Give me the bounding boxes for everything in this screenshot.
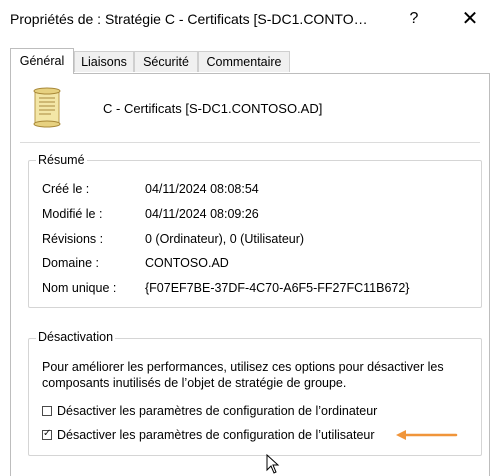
revisions-value: 0 (Ordinateur), 0 (Utilisateur) (145, 232, 305, 246)
disable-heading: Désactivation (36, 330, 116, 344)
mouse-cursor-icon (266, 454, 280, 474)
disable-computer-checkbox[interactable] (42, 406, 52, 416)
domain-value: CONTOSO.AD (145, 256, 229, 270)
disable-computer-label[interactable]: Désactiver les paramètres de configurati… (57, 404, 377, 418)
unique-name-value: {F07EF7BE-37DF-4C70-A6F5-FF27FC11B672} (145, 281, 410, 295)
annotation-arrow-icon (396, 430, 458, 440)
tab-securite[interactable]: Sécurité (134, 51, 198, 72)
gpo-scroll-icon (33, 87, 61, 128)
close-button[interactable]: ✕ (450, 2, 490, 36)
disable-user-checkbox[interactable]: ✓ (42, 428, 52, 440)
created-value: 04/11/2024 08:08:54 (145, 182, 259, 196)
window-title: Propriétés de : Stratégie C - Certificat… (10, 11, 368, 27)
separator (20, 142, 480, 143)
domain-label: Domaine : (42, 256, 99, 270)
modified-value: 04/11/2024 08:09:26 (145, 207, 259, 221)
summary-heading: Résumé (36, 153, 87, 167)
title-bar: Propriétés de : Stratégie C - Certificat… (0, 0, 500, 40)
modified-label: Modifié le : (42, 207, 103, 221)
created-label: Créé le : (42, 182, 90, 196)
tab-general[interactable]: Général (10, 48, 74, 74)
unique-name-label: Nom unique : (42, 281, 117, 295)
tab-commentaire[interactable]: Commentaire (198, 51, 290, 72)
disable-description: Pour améliorer les performances, utilise… (42, 360, 444, 390)
gpo-name: C - Certificats [S-DC1.CONTOSO.AD] (103, 101, 323, 116)
disable-user-label[interactable]: Désactiver les paramètres de configurati… (57, 428, 375, 442)
help-button[interactable]: ? (396, 2, 432, 36)
tab-liaisons[interactable]: Liaisons (74, 51, 134, 72)
checkmark-icon: ✓ (43, 428, 52, 439)
revisions-label: Révisions : (42, 232, 104, 246)
